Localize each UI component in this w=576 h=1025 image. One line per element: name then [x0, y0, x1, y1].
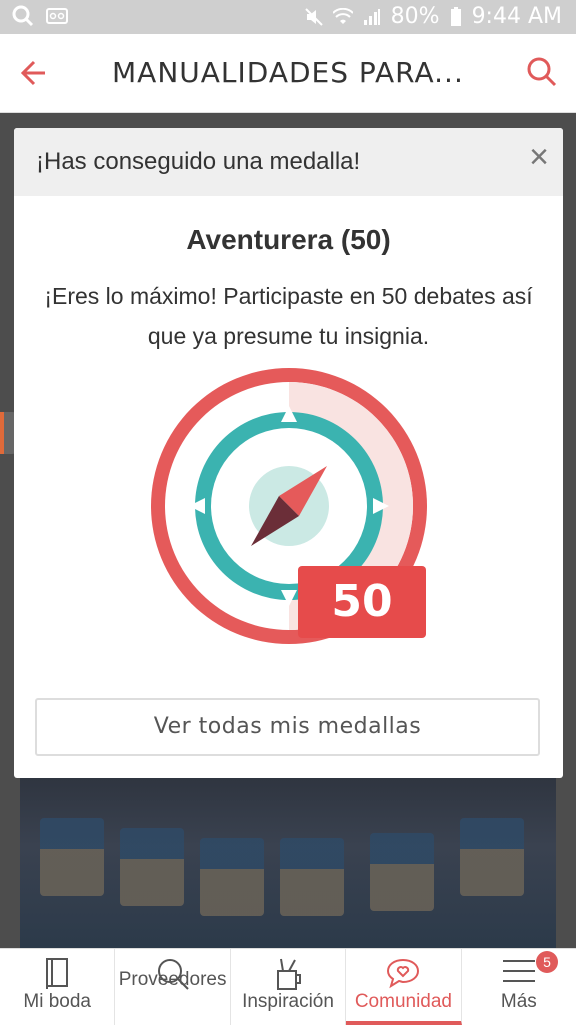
- search-icon: [12, 5, 34, 27]
- view-all-medals-button[interactable]: Ver todas mis medallas: [35, 698, 540, 756]
- mute-icon: [304, 7, 323, 26]
- medal-description: ¡Eres lo máximo! Participaste en 50 deba…: [44, 283, 533, 349]
- tab-label: Proveedores: [118, 969, 227, 990]
- dialog-header: ¡Has conseguido una medalla! ×: [14, 128, 563, 196]
- menu-icon: [502, 960, 535, 982]
- page-title: MANUALIDADES PARA...: [112, 56, 464, 89]
- tab-inspiracion[interactable]: Inspiración: [231, 949, 347, 1025]
- clock: 9:44 AM: [471, 4, 562, 29]
- tab-label: Mi boda: [23, 991, 91, 1012]
- background-photo: [20, 778, 556, 948]
- app-bar: MANUALIDADES PARA...: [0, 34, 576, 113]
- notebook-icon: [46, 958, 69, 989]
- badge-number: 50: [331, 576, 393, 627]
- bottom-tab-bar: Mi boda Proveedores Inspiración Comunida…: [0, 948, 576, 1025]
- wifi-icon: [332, 7, 353, 24]
- back-arrow-icon[interactable]: [18, 58, 48, 88]
- chat-heart-icon: [387, 958, 420, 989]
- tab-mi-boda[interactable]: Mi boda: [0, 949, 116, 1025]
- medal-name: Aventurera (50): [186, 224, 391, 255]
- signal-icon: [363, 8, 380, 25]
- battery-icon: [450, 6, 461, 26]
- pencil-cup-icon: [277, 958, 302, 990]
- close-icon[interactable]: ×: [529, 140, 549, 174]
- tab-label: Comunidad: [354, 991, 452, 1012]
- tab-label: Más: [500, 991, 537, 1012]
- dialog-heading: ¡Has conseguido una medalla!: [36, 148, 361, 175]
- medal-dialog: ¡Has conseguido una medalla! × Aventurer…: [14, 128, 563, 778]
- badge-number-tag: 50: [298, 566, 426, 638]
- tab-proveedores[interactable]: Proveedores: [115, 949, 231, 1025]
- tab-label: Inspiración: [242, 991, 334, 1012]
- notification-badge: 5: [536, 951, 559, 973]
- tab-mas[interactable]: 5 Más: [462, 949, 576, 1025]
- battery-level: 80%: [390, 4, 440, 29]
- voicemail-icon: [46, 8, 68, 24]
- status-bar: 80% 9:44 AM: [0, 0, 576, 34]
- search-icon[interactable]: [526, 56, 558, 88]
- tab-comunidad[interactable]: Comunidad: [346, 949, 462, 1025]
